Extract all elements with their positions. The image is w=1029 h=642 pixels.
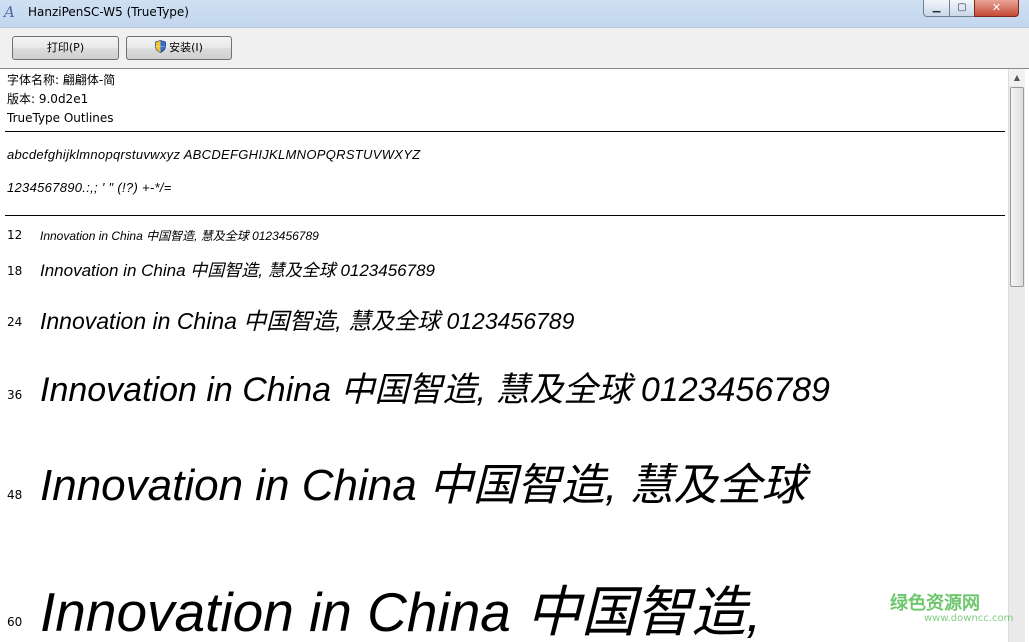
toolbar: 打印(P) 安装(I): [0, 27, 1029, 69]
minimize-button[interactable]: ▁: [923, 0, 950, 17]
divider: [5, 215, 1005, 216]
maximize-icon: ▢: [957, 2, 967, 13]
minimize-icon: ▁: [932, 2, 941, 13]
sample-row-36: 36 Innovation in China 中国智造, 慧及全球 012345…: [0, 362, 1008, 414]
sample-row-60: 60 Innovation in China 中国智造,: [0, 567, 1008, 642]
sample-size-label: 48: [7, 488, 23, 502]
title-bar[interactable]: A HanziPenSC-W5 (TrueType) ▁ ▢ ✕: [0, 0, 1029, 27]
sample-size-label: 36: [7, 388, 23, 402]
sample-size-label: 60: [7, 615, 23, 629]
close-icon: ✕: [991, 1, 1002, 14]
font-app-icon: A: [4, 3, 15, 21]
sample-text: Innovation in China 中国智造, 慧及全球 012345678…: [40, 229, 319, 243]
sample-row-18: 18 Innovation in China 中国智造, 慧及全球 012345…: [0, 256, 1008, 286]
sample-text: Innovation in China 中国智造, 慧及全球 012345678…: [40, 308, 575, 334]
font-viewer-window: A HanziPenSC-W5 (TrueType) ▁ ▢ ✕ 打印(P) 安…: [0, 0, 1029, 642]
scrollbar-thumb[interactable]: [1010, 87, 1024, 287]
watermark-logo: 绿色资源网: [890, 593, 980, 614]
sample-text: Innovation in China 中国智造,: [40, 581, 762, 642]
font-name-line: 字体名称: 翩翩体-简: [7, 73, 116, 87]
charset-digits-symbols: 1234567890.:,; ' " (!?) +-*/=: [7, 180, 172, 195]
sample-text: Innovation in China 中国智造, 慧及全球 012345678…: [40, 261, 435, 280]
watermark-url: www.downcc.com: [924, 613, 1014, 624]
scroll-up-icon: ▲: [1013, 73, 1021, 82]
install-button-label: 安装(I): [169, 41, 203, 54]
uac-shield-icon: [155, 40, 166, 53]
sample-row-12: 12 Innovation in China 中国智造, 慧及全球 012345…: [0, 226, 1008, 246]
print-button-label: 打印(P): [46, 41, 85, 54]
print-button[interactable]: 打印(P): [12, 36, 119, 60]
sample-size-label: 24: [7, 315, 23, 329]
sample-row-48: 48 Innovation in China 中国智造, 慧及全球: [0, 449, 1008, 515]
sample-size-label: 18: [7, 264, 23, 278]
window-title: HanziPenSC-W5 (TrueType): [28, 5, 189, 19]
charset-letters: abcdefghijklmnopqrstuvwxyz ABCDEFGHIJKLM…: [7, 147, 421, 162]
font-version-line: 版本: 9.0d2e1: [7, 92, 89, 106]
sample-text: Innovation in China 中国智造, 慧及全球: [40, 461, 806, 510]
sample-size-label: 12: [7, 228, 23, 242]
maximize-button[interactable]: ▢: [949, 0, 975, 17]
close-button[interactable]: ✕: [974, 0, 1019, 17]
vertical-scrollbar[interactable]: ▲: [1008, 69, 1025, 642]
font-preview-area: 字体名称: 翩翩体-简 版本: 9.0d2e1 TrueType Outline…: [0, 68, 1029, 642]
sample-row-24: 24 Innovation in China 中国智造, 慧及全球 012345…: [0, 302, 1008, 340]
install-button[interactable]: 安装(I): [126, 36, 232, 60]
divider: [5, 131, 1005, 132]
sample-text: Innovation in China 中国智造, 慧及全球 012345678…: [40, 371, 830, 409]
scroll-up-button[interactable]: ▲: [1009, 69, 1025, 86]
font-type-line: TrueType Outlines: [7, 111, 114, 125]
